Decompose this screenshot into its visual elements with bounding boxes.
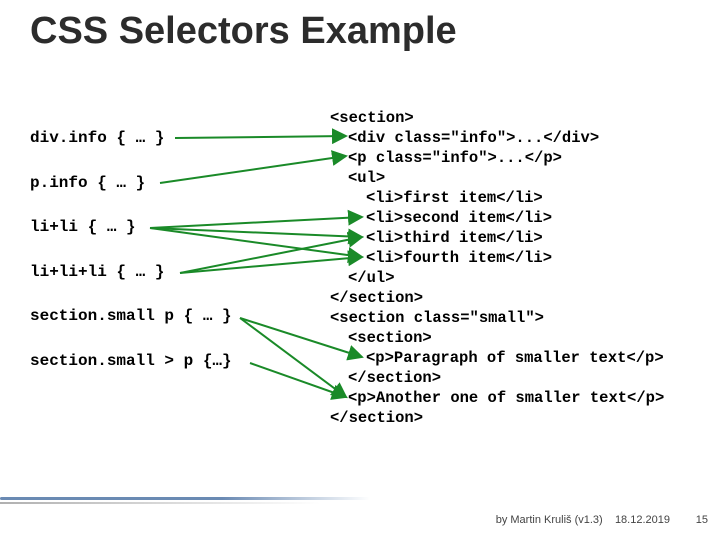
footer: by Martin Kruliš (v1.3) 18.12.2019 <box>496 514 670 526</box>
selector-list: div.info { … } p.info { … } li+li { … } … <box>30 130 232 398</box>
code-line: </section> <box>330 288 664 308</box>
selector-rule: li+li+li { … } <box>30 264 232 282</box>
selector-rule: div.info { … } <box>30 130 232 148</box>
code-line: <p>Another one of smaller text</p> <box>330 388 664 408</box>
code-line: <li>second item</li> <box>330 208 664 228</box>
html-example: <section> <div class="info">...</div> <p… <box>330 108 664 428</box>
slide-accent-line-2 <box>0 502 320 504</box>
code-line: </section> <box>330 368 664 388</box>
code-line: <section> <box>330 328 664 348</box>
slide-title: CSS Selectors Example <box>30 10 457 53</box>
selector-rule: section.small p { … } <box>30 308 232 326</box>
selector-rule: p.info { … } <box>30 175 232 193</box>
code-line: </ul> <box>330 268 664 288</box>
footer-date: 18.12.2019 <box>615 514 670 526</box>
code-line: <p>Paragraph of smaller text</p> <box>330 348 664 368</box>
code-line: <li>third item</li> <box>330 228 664 248</box>
code-line: <li>first item</li> <box>330 188 664 208</box>
code-line: </section> <box>330 408 664 428</box>
code-line: <div class="info">...</div> <box>330 128 664 148</box>
page-number: 15 <box>696 514 708 526</box>
code-line: <ul> <box>330 168 664 188</box>
slide-accent-line <box>0 497 370 500</box>
code-line: <section class="small"> <box>330 308 664 328</box>
code-line: <section> <box>330 108 664 128</box>
code-line: <p class="info">...</p> <box>330 148 664 168</box>
selector-rule: li+li { … } <box>30 219 232 237</box>
footer-credit: by Martin Kruliš (v1.3) <box>496 514 603 526</box>
code-line: <li>fourth item</li> <box>330 248 664 268</box>
selector-rule: section.small > p {…} <box>30 353 232 371</box>
